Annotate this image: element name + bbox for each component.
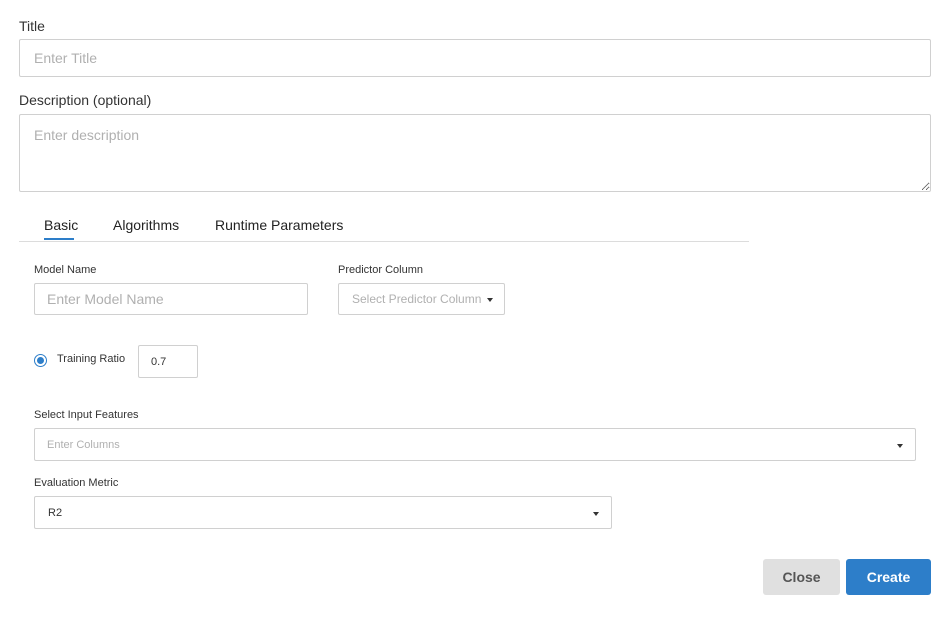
evaluation-metric-label: Evaluation Metric bbox=[34, 477, 119, 489]
radio-selected-dot bbox=[37, 357, 44, 364]
create-button[interactable]: Create bbox=[846, 559, 931, 595]
description-label: Description (optional) bbox=[19, 92, 152, 108]
predictor-column-placeholder: Select Predictor Column bbox=[352, 292, 482, 306]
predictor-column-select[interactable]: Select Predictor Column bbox=[338, 283, 505, 315]
evaluation-metric-select[interactable]: R2 bbox=[34, 496, 612, 529]
input-features-select[interactable]: Enter Columns bbox=[34, 428, 916, 461]
tab-basic-active-indicator bbox=[44, 238, 74, 240]
model-name-input[interactable] bbox=[34, 283, 308, 315]
training-ratio-input[interactable] bbox=[138, 345, 198, 378]
tab-runtime-parameters[interactable]: Runtime Parameters bbox=[215, 217, 343, 233]
training-ratio-label: Training Ratio bbox=[57, 353, 126, 365]
tabs-divider bbox=[19, 241, 749, 242]
description-textarea[interactable] bbox=[19, 114, 931, 192]
input-features-label: Select Input Features bbox=[34, 409, 139, 421]
input-features-placeholder: Enter Columns bbox=[47, 438, 120, 451]
chevron-down-icon bbox=[593, 512, 599, 516]
training-ratio-radio[interactable] bbox=[34, 354, 47, 367]
chevron-down-icon bbox=[897, 444, 903, 448]
evaluation-metric-value: R2 bbox=[48, 506, 63, 519]
tab-algorithms[interactable]: Algorithms bbox=[113, 217, 179, 233]
chevron-down-icon bbox=[487, 298, 493, 302]
title-input[interactable] bbox=[19, 39, 931, 77]
title-label: Title bbox=[19, 18, 45, 34]
predictor-column-label: Predictor Column bbox=[338, 264, 423, 276]
tab-basic[interactable]: Basic bbox=[44, 217, 78, 233]
close-button[interactable]: Close bbox=[763, 559, 840, 595]
model-name-label: Model Name bbox=[34, 264, 97, 276]
